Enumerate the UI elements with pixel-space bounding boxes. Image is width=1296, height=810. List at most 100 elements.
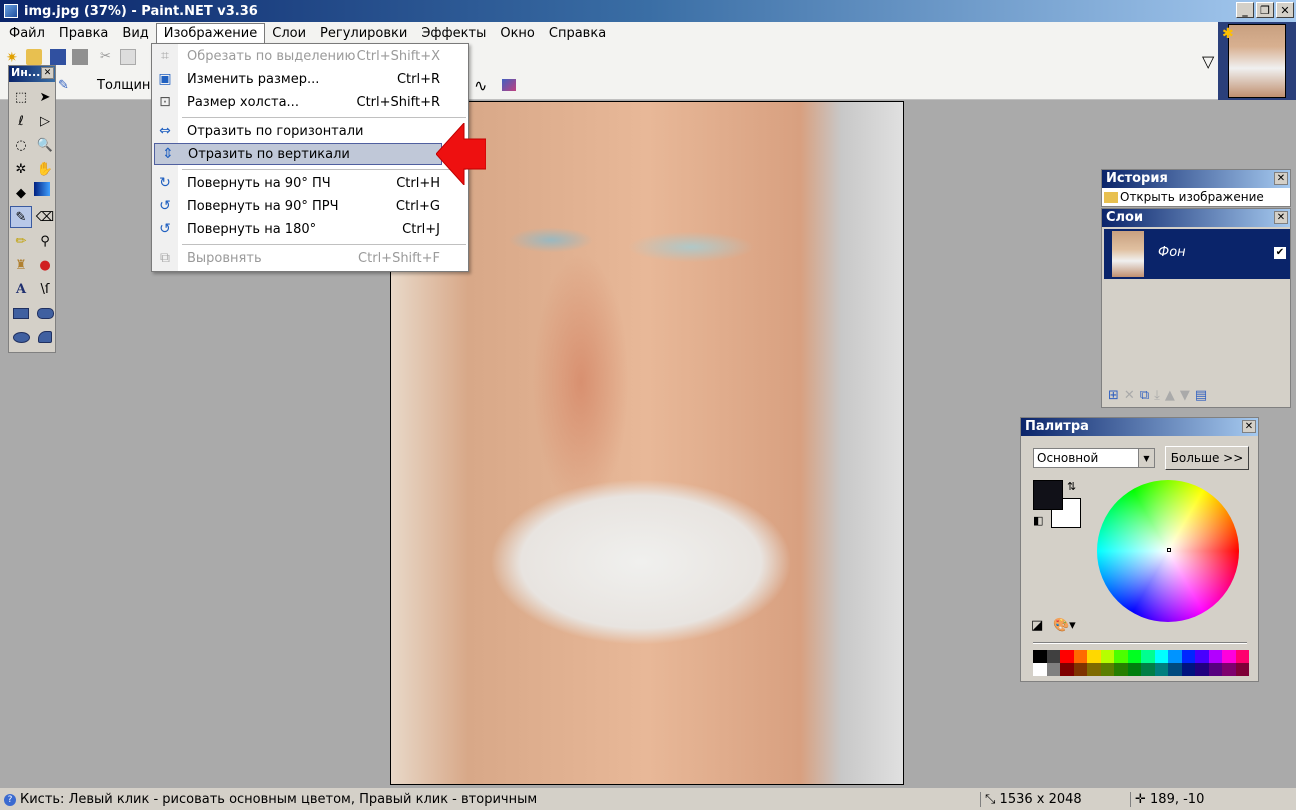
layer-properties-icon[interactable]: ▤ xyxy=(1195,388,1207,403)
open-file-icon[interactable] xyxy=(26,49,42,65)
text-icon[interactable]: A xyxy=(10,278,32,300)
add-layer-icon[interactable]: ⊞ xyxy=(1108,388,1119,403)
menu-item-canvas-size[interactable]: ⊡ Размер холста... Ctrl+Shift+R xyxy=(152,91,468,113)
palette-swatch[interactable] xyxy=(1114,650,1128,663)
delete-layer-icon[interactable]: ✕ xyxy=(1124,388,1135,403)
recolor-icon[interactable]: ● xyxy=(34,254,56,276)
palette-swatch[interactable] xyxy=(1046,663,1060,676)
palette-swatch[interactable] xyxy=(1235,650,1249,663)
rectangle-icon[interactable] xyxy=(10,302,32,324)
close-button[interactable]: ✕ xyxy=(1276,2,1294,18)
new-file-icon[interactable]: ✷ xyxy=(6,50,22,66)
reset-colors-icon[interactable]: ◧ xyxy=(1033,514,1043,527)
move-selected-icon[interactable]: ▷ xyxy=(34,110,56,132)
palette-swatch[interactable] xyxy=(1208,650,1222,663)
pan-icon[interactable]: ✋ xyxy=(34,158,56,180)
palette-swatch[interactable] xyxy=(1168,650,1182,663)
blend-mode-icon[interactable] xyxy=(502,79,516,91)
palette-swatch[interactable] xyxy=(1195,663,1209,676)
menu-item-flip-horizontal[interactable]: ⇔ Отразить по горизонтали xyxy=(152,120,468,142)
ellipse-icon[interactable] xyxy=(10,326,32,348)
palette-swatch[interactable] xyxy=(1208,663,1222,676)
palette-swatch[interactable] xyxy=(1235,663,1249,676)
close-icon[interactable]: ✕ xyxy=(41,67,54,79)
menu-help[interactable]: Справка xyxy=(542,24,613,43)
palette-swatch[interactable] xyxy=(1181,650,1195,663)
palette-swatch[interactable] xyxy=(1100,650,1114,663)
more-button[interactable]: Больше >> xyxy=(1165,446,1249,470)
freeform-shape-icon[interactable] xyxy=(34,326,56,348)
close-icon[interactable]: ✕ xyxy=(1242,420,1256,433)
paint-bucket-icon[interactable]: ◆ xyxy=(10,182,32,204)
palette-swatch[interactable] xyxy=(1100,663,1114,676)
move-layer-up-icon[interactable]: ▲ xyxy=(1165,388,1175,403)
magic-wand-icon[interactable]: ✲ xyxy=(10,158,32,180)
menu-item-flatten[interactable]: ⧉ Выровнять Ctrl+Shift+F xyxy=(152,247,468,269)
eraser-icon[interactable]: ⌫ xyxy=(34,206,56,228)
zoom-icon[interactable]: 🔍 xyxy=(34,134,56,156)
swap-colors-icon[interactable]: ⇅ xyxy=(1067,480,1076,493)
palette-swatch[interactable] xyxy=(1073,650,1087,663)
menu-file[interactable]: Файл xyxy=(2,24,52,43)
palette-swatch[interactable] xyxy=(1222,663,1236,676)
rectangle-select-icon[interactable]: ⬚ xyxy=(10,86,32,108)
palette-swatch[interactable] xyxy=(1060,663,1074,676)
palette-swatch[interactable] xyxy=(1087,663,1101,676)
paintbrush-tool-icon[interactable]: ✎ xyxy=(58,78,74,94)
cut-icon[interactable]: ✂ xyxy=(100,49,116,65)
save-icon[interactable] xyxy=(50,49,66,65)
layer-visibility-checkbox[interactable]: ✔ xyxy=(1274,247,1286,259)
palette-swatch[interactable] xyxy=(1046,650,1060,663)
menu-item-rotate-180[interactable]: ↺ Повернуть на 180° Ctrl+J xyxy=(152,218,468,240)
restore-button[interactable]: ❐ xyxy=(1256,2,1274,18)
color-wheel-cursor[interactable] xyxy=(1167,548,1171,552)
menu-layers[interactable]: Слои xyxy=(265,24,313,43)
palette-swatch[interactable] xyxy=(1181,663,1195,676)
palette-swatch[interactable] xyxy=(1222,650,1236,663)
duplicate-layer-icon[interactable]: ⧉ xyxy=(1140,388,1149,403)
copy-icon[interactable] xyxy=(120,49,136,65)
palette-swatch[interactable] xyxy=(1114,663,1128,676)
image-tab-thumbnail[interactable] xyxy=(1228,24,1286,98)
menu-image[interactable]: Изображение xyxy=(155,23,266,43)
menu-item-flip-vertical[interactable]: ⇕ Отразить по вертикали xyxy=(154,143,442,165)
palette-swatch[interactable] xyxy=(1195,650,1209,663)
close-icon[interactable]: ✕ xyxy=(1274,211,1288,224)
menu-item-crop-to-selection[interactable]: ⌗ Обрезать по выделению Ctrl+Shift+X xyxy=(152,45,468,67)
menu-window[interactable]: Окно xyxy=(493,24,542,43)
palette-swatch[interactable] xyxy=(1154,650,1168,663)
rounded-rectangle-icon[interactable] xyxy=(34,302,56,324)
layer-row[interactable]: Фон ✔ xyxy=(1104,229,1290,279)
move-layer-down-icon[interactable]: ▼ xyxy=(1180,388,1190,403)
palette-swatch[interactable] xyxy=(1073,663,1087,676)
merge-layer-down-icon[interactable]: ⤓ xyxy=(1154,388,1160,403)
menu-item-rotate-cw[interactable]: ↻ Повернуть на 90° ПЧ Ctrl+H xyxy=(152,172,468,194)
palette-mode-select[interactable]: Основной ▼ xyxy=(1033,448,1155,468)
palette-menu-icon[interactable]: 🎨▾ xyxy=(1053,618,1076,633)
menu-item-rotate-ccw[interactable]: ↺ Повернуть на 90° ПРЧ Ctrl+G xyxy=(152,195,468,217)
print-icon[interactable] xyxy=(72,49,88,65)
menu-view[interactable]: Вид xyxy=(115,24,155,43)
history-item[interactable]: Открыть изображение xyxy=(1102,188,1290,206)
add-to-palette-icon[interactable]: ◪ xyxy=(1031,618,1043,633)
move-selection-icon[interactable]: ➤ xyxy=(34,86,56,108)
menu-effects[interactable]: Эффекты xyxy=(414,24,493,43)
palette-swatch[interactable] xyxy=(1127,650,1141,663)
color-picker-icon[interactable]: ⚲ xyxy=(34,230,56,252)
lasso-select-icon[interactable]: ℓ xyxy=(10,110,32,132)
close-icon[interactable]: ✕ xyxy=(1274,172,1288,185)
antialias-icon[interactable]: ∿ xyxy=(474,76,490,95)
palette-swatch[interactable] xyxy=(1087,650,1101,663)
ellipse-select-icon[interactable]: ◌ xyxy=(10,134,32,156)
palette-swatch[interactable] xyxy=(1141,663,1155,676)
clone-stamp-icon[interactable]: ♜ xyxy=(10,254,32,276)
menu-item-resize[interactable]: ▣ Изменить размер... Ctrl+R xyxy=(152,68,468,90)
line-curve-icon[interactable]: \ſ xyxy=(34,278,56,300)
palette-swatch[interactable] xyxy=(1141,650,1155,663)
pencil-icon[interactable]: ✏ xyxy=(10,230,32,252)
minimize-button[interactable]: _ xyxy=(1236,2,1254,18)
primary-color-swatch[interactable] xyxy=(1033,480,1063,510)
palette-swatch[interactable] xyxy=(1033,663,1047,676)
overflow-icon[interactable]: ▽ xyxy=(1202,52,1214,71)
gradient-icon[interactable] xyxy=(34,182,50,196)
